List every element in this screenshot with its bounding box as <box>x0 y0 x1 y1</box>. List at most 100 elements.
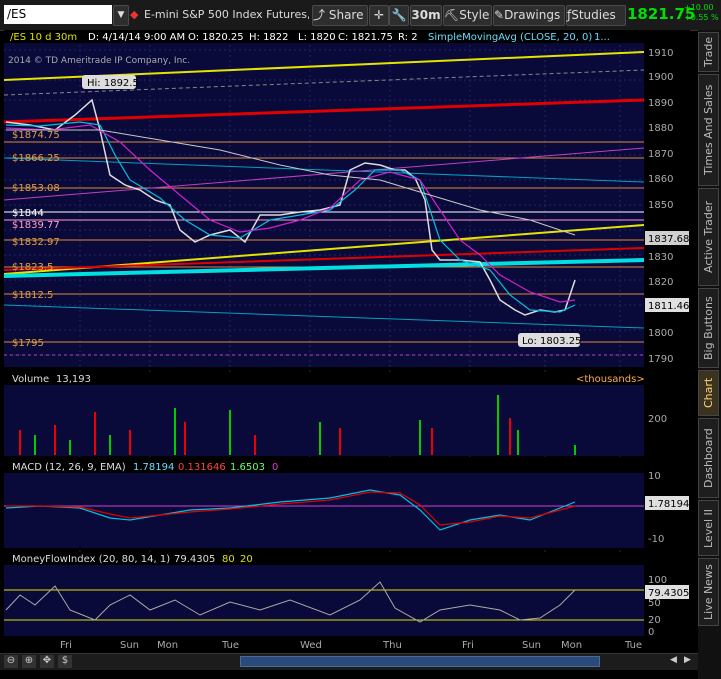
price-tick: 1890 <box>648 98 673 109</box>
wrench-icon: 🔧 <box>391 8 407 22</box>
tab-live-news[interactable]: Live News <box>698 558 719 626</box>
level-label-1844: $1844 <box>12 208 44 219</box>
macd-tick: -10 <box>648 534 664 545</box>
macd-tick: 10 <box>648 471 661 482</box>
tab-chart[interactable]: Chart <box>698 370 719 416</box>
header-open: O: 1820.25 <box>188 32 244 43</box>
level-label-1866: $1866.25 <box>12 153 60 164</box>
tab-dashboard[interactable]: Dashboard <box>698 418 719 498</box>
tab-big-buttons[interactable]: Big Buttons <box>698 288 719 368</box>
level-label-1823: $1823.5 <box>12 262 53 273</box>
header-date: D: 4/14/14 9:00 AM <box>88 32 185 43</box>
mfi-oversold: 20 <box>240 554 253 565</box>
macd-diff: 1.6503 <box>230 462 265 473</box>
volume-title: Volume <box>12 374 49 385</box>
change-value: +10.00 <box>684 3 714 12</box>
chart-area[interactable]: 2014 © TD Ameritrade IP Company, Inc. $1… <box>0 30 690 679</box>
time-axis <box>0 636 690 653</box>
wrench-button[interactable]: 🔧 <box>389 5 409 26</box>
price-tick: 1850 <box>648 200 673 211</box>
alert-icon[interactable]: ◆ <box>130 5 142 24</box>
lo-annotation-text: Lo: 1803.25 <box>522 336 581 347</box>
header-close: C: 1821.75 <box>338 32 393 43</box>
symbol-dropdown-icon[interactable]: ▼ <box>113 5 129 26</box>
dollar-icon[interactable]: $ <box>58 655 72 668</box>
header-high: H: 1822 <box>249 32 289 43</box>
time-tick: Tue <box>624 640 642 651</box>
timeframe-button[interactable]: 30m <box>410 5 442 26</box>
copyright-text: 2014 © TD Ameritrade IP Company, Inc. <box>8 56 190 66</box>
price-tick: 1900 <box>648 72 673 83</box>
price-tick: 1800 <box>648 328 673 339</box>
mfi-overbought: 80 <box>222 554 235 565</box>
zoom-in-icon[interactable]: ⊕ <box>22 655 36 668</box>
symbol-description: E-mini S&P 500 Index Futures,ET... <box>144 8 309 21</box>
time-tick: Sun <box>522 640 541 651</box>
macd-tag-text: 1.78194 <box>648 499 689 510</box>
tab-times-and-sales[interactable]: Times And Sales <box>698 74 719 186</box>
last-price: 1821.75 <box>627 5 696 23</box>
style-button[interactable]: ⛏Style <box>443 5 492 26</box>
tab-level-ii[interactable]: Level II <box>698 500 719 556</box>
scroll-left-icon[interactable]: ◀ <box>670 655 682 668</box>
crosshair-icon: ✛ <box>373 8 385 22</box>
header-ellipsis: 1... <box>594 32 610 43</box>
scroll-right-icon[interactable]: ▶ <box>684 655 696 668</box>
tab-trade[interactable]: Trade <box>698 32 719 72</box>
mfi-value: 79.4305 <box>174 554 215 565</box>
time-tick: Mon <box>561 640 582 651</box>
bottom-toolbar: ⊖ ⊕ ✥ $ ◀ ▶ <box>0 653 698 670</box>
level-label-1812: $1812.5 <box>12 290 53 301</box>
header-low: L: 1820 <box>298 32 336 43</box>
change-percent: +0.55 % <box>684 13 719 22</box>
macd-panel <box>4 460 644 548</box>
time-tick: Sun <box>120 640 139 651</box>
mfi-tick: 50 <box>648 598 661 609</box>
mfi-title: MoneyFlowIndex (20, 80, 14, 1) <box>12 554 170 565</box>
level-label-1832: $1832.97 <box>12 237 60 248</box>
macd-value: 1.78194 <box>133 462 174 473</box>
zoom-out-icon[interactable]: ⊖ <box>4 655 18 668</box>
chart-canvas[interactable]: 2014 © TD Ameritrade IP Company, Inc. $1… <box>0 30 690 653</box>
time-scrollbar[interactable] <box>240 656 600 667</box>
chart-header-fields: /ES 10 d 30m D: 4/14/14 9:00 AM O: 1820.… <box>10 32 610 43</box>
price-tick: 1860 <box>648 174 673 185</box>
volume-units: <thousands> <box>576 374 645 385</box>
current-price-tag-text: 1811.46 <box>648 301 689 312</box>
header-study: SimpleMovingAvg (CLOSE, 20, 0) <box>428 32 592 43</box>
time-tick: Wed <box>300 640 322 651</box>
price-tick: 1820 <box>648 277 673 288</box>
fit-icon[interactable]: ✥ <box>40 655 54 668</box>
header-range: R: 2 <box>398 32 418 43</box>
level-label-1839: $1839.77 <box>12 220 60 231</box>
drawings-button[interactable]: ✎Drawings <box>493 5 565 26</box>
hi-annotation-text: Hi: 1892.5 <box>87 78 139 89</box>
macd-zero: 0 <box>272 462 278 473</box>
chart-toolbar: /ES ▼ ◆ E-mini S&P 500 Index Futures,ET.… <box>0 0 721 31</box>
studies-button[interactable]: ƒStudies <box>566 5 626 26</box>
time-tick: Fri <box>462 640 474 651</box>
tab-active-trader[interactable]: Active Trader <box>698 188 719 286</box>
time-tick: Mon <box>157 640 178 651</box>
price-tick: 1880 <box>648 123 673 134</box>
crosshair-tool-button[interactable]: ✛ <box>369 5 389 26</box>
price-tick: 1830 <box>648 252 673 263</box>
price-tick: 1790 <box>648 354 673 365</box>
mfi-tick: 100 <box>648 575 667 586</box>
header-symbol: /ES 10 d 30m <box>10 32 77 43</box>
price-tick: 1870 <box>648 149 673 160</box>
time-tick: Tue <box>221 640 239 651</box>
mfi-tag-text: 79.4305 <box>648 588 689 599</box>
volume-tick: 200 <box>648 414 667 425</box>
share-icon: ⤴ <box>313 8 326 22</box>
level-label-1853: $1853.08 <box>12 183 60 194</box>
share-button[interactable]: ⤴ Share <box>312 5 368 26</box>
price-tick: 1910 <box>648 48 673 59</box>
symbol-input[interactable]: /ES <box>4 5 112 24</box>
price-change: +10.00 +0.55 % <box>684 3 719 23</box>
time-tick: Thu <box>382 640 402 651</box>
level-label-1795: $1795 <box>12 338 44 349</box>
style-icon: ⛏ <box>444 8 460 22</box>
mfi-tick: 20 <box>648 615 661 626</box>
macd-title: MACD (12, 26, 9, EMA) <box>12 462 126 473</box>
